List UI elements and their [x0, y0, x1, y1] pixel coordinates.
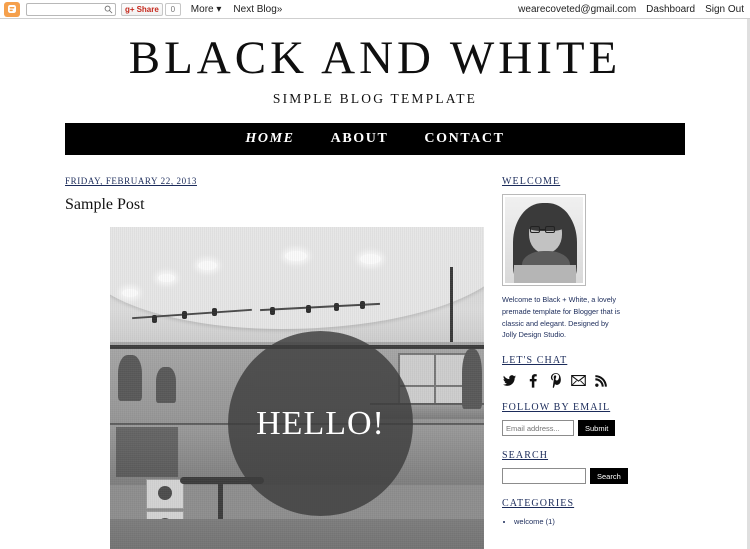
- follow-submit-button[interactable]: Submit: [578, 420, 616, 437]
- photo-person: [118, 355, 142, 401]
- share-count[interactable]: 0: [164, 2, 181, 16]
- photo-person: [462, 349, 482, 409]
- welcome-heading: WELCOME: [502, 176, 561, 187]
- share-label: Share: [136, 4, 159, 14]
- nav-item-home[interactable]: HOME: [245, 131, 294, 147]
- track-spotlight: [360, 301, 365, 309]
- navbar-more-link[interactable]: More ▾: [191, 4, 222, 15]
- track-spotlight: [182, 311, 187, 319]
- ceiling-light: [198, 261, 217, 270]
- list-item[interactable]: welcome (1): [514, 516, 623, 528]
- search-button[interactable]: Search: [590, 468, 628, 485]
- email-icon[interactable]: [571, 373, 586, 388]
- follow-email-input[interactable]: [502, 420, 574, 437]
- post-date: FRIDAY, FEBRUARY 22, 2013: [65, 176, 197, 186]
- ceiling-light: [285, 251, 307, 261]
- sidebar-social-widget: LET'S CHAT: [502, 355, 623, 389]
- ceiling-light: [360, 254, 381, 264]
- search-heading: SEARCH: [502, 450, 549, 462]
- main-navigation: HOME ABOUT CONTACT: [65, 123, 685, 155]
- follow-form: Submit: [502, 420, 623, 437]
- facebook-icon[interactable]: [525, 373, 540, 388]
- hello-overlay-circle: HELLO!: [228, 331, 413, 516]
- sidebar: WELCOME Welcome to Black + White, a love…: [490, 176, 628, 549]
- categories-list: welcome (1): [502, 516, 623, 528]
- avatar: [505, 197, 583, 283]
- blog-page: BLACK AND WHITE SIMPLE BLOG TEMPLATE HOM…: [0, 19, 750, 549]
- post-title: Sample Post: [65, 196, 145, 213]
- content-area: FRIDAY, FEBRUARY 22, 2013 Sample Post HE…: [65, 176, 685, 549]
- chevron-down-icon: ▾: [216, 3, 222, 15]
- ceiling-light: [122, 289, 138, 297]
- blog-header: BLACK AND WHITE SIMPLE BLOG TEMPLATE: [0, 19, 750, 107]
- search-input[interactable]: [502, 468, 586, 485]
- more-label: More: [190, 3, 214, 15]
- navbar-account-area: wearecoveted@gmail.com Dashboard Sign Ou…: [508, 4, 746, 15]
- navbar-account-email[interactable]: wearecoveted@gmail.com: [518, 4, 636, 15]
- categories-heading: CATEGORIES: [502, 498, 575, 510]
- sidebar-follow-widget: FOLLOW BY EMAIL Submit: [502, 402, 623, 437]
- blogger-icon[interactable]: [4, 1, 20, 17]
- navbar-next-blog-link[interactable]: Next Blog»: [233, 4, 282, 15]
- photo-floor: [110, 519, 484, 549]
- track-spotlight: [306, 305, 311, 313]
- photo-product-box: [146, 479, 184, 509]
- track-spotlight: [152, 315, 157, 323]
- track-spotlight: [270, 307, 275, 315]
- follow-heading: FOLLOW BY EMAIL: [502, 402, 611, 414]
- sidebar-welcome-widget: WELCOME Welcome to Black + White, a love…: [502, 176, 623, 341]
- avatar-frame: [502, 194, 586, 286]
- main-column: FRIDAY, FEBRUARY 22, 2013 Sample Post HE…: [65, 176, 490, 549]
- google-share-button[interactable]: g+ Share: [121, 2, 163, 16]
- navbar-signout-link[interactable]: Sign Out: [705, 4, 744, 15]
- nav-item-about[interactable]: ABOUT: [331, 131, 389, 147]
- rss-icon[interactable]: [594, 373, 609, 388]
- navbar-search-box[interactable]: [26, 2, 116, 16]
- twitter-icon[interactable]: [502, 373, 517, 388]
- photo-person: [156, 367, 176, 403]
- search-form: Search: [502, 468, 628, 485]
- welcome-text: Welcome to Black + White, a lovely prema…: [502, 295, 621, 340]
- avatar-glasses-icon: [530, 226, 540, 233]
- hello-overlay-text: HELLO!: [256, 404, 385, 442]
- sidebar-categories-widget: CATEGORIES welcome (1): [502, 498, 623, 528]
- photo-drawer-unit: [116, 427, 178, 477]
- magnifier-icon: [104, 5, 113, 13]
- social-icon-row: [502, 373, 623, 389]
- ceiling-light: [158, 274, 175, 282]
- pinterest-icon[interactable]: [548, 373, 563, 389]
- track-spotlight: [212, 308, 217, 316]
- category-label: welcome (1): [514, 517, 555, 527]
- navbar-search-input[interactable]: [27, 3, 101, 15]
- navbar-dashboard-link[interactable]: Dashboard: [646, 4, 695, 15]
- track-spotlight: [334, 303, 339, 311]
- blog-subtitle: SIMPLE BLOG TEMPLATE: [272, 91, 478, 106]
- nav-item-contact[interactable]: CONTACT: [424, 131, 504, 147]
- blogger-navbar: g+ Share 0 More ▾ Next Blog» wearecovete…: [0, 0, 750, 19]
- post-image[interactable]: HELLO!: [110, 227, 484, 549]
- google-plus-icon: g+: [125, 4, 135, 14]
- sidebar-search-widget: SEARCH Search: [502, 450, 628, 485]
- blog-title: BLACK AND WHITE: [128, 32, 622, 84]
- social-heading: LET'S CHAT: [502, 355, 568, 367]
